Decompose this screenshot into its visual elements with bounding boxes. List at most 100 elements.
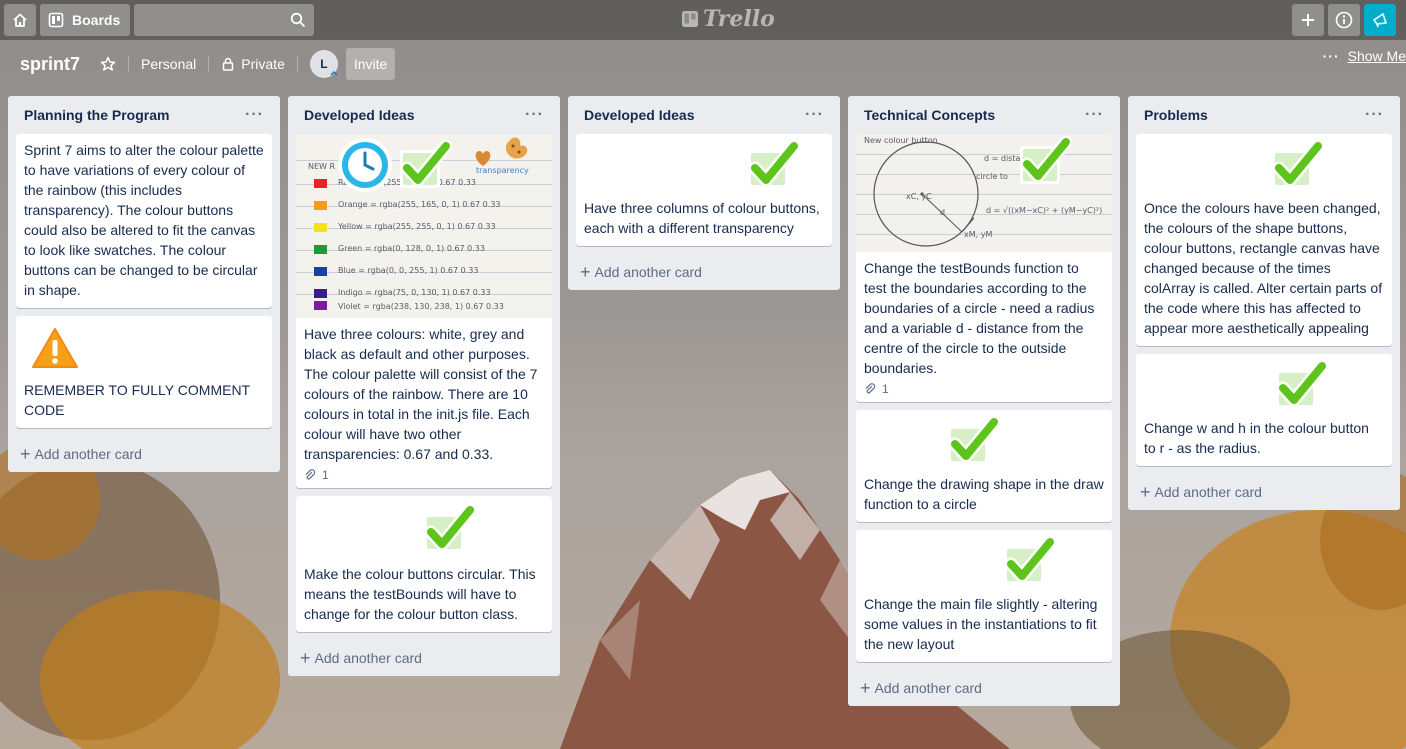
check-sticker-icon [424, 503, 477, 552]
invite-button[interactable]: Invite [345, 48, 396, 80]
plus-icon: + [580, 261, 591, 282]
card-badges: 1 [856, 380, 1112, 402]
cover-row: Indigo = rgba(75, 0, 130, 1) 0.67 0.33 [338, 288, 491, 297]
info-icon [1335, 11, 1353, 29]
board-title[interactable]: sprint7 [8, 54, 92, 75]
team-button[interactable]: Personal [133, 48, 204, 80]
cover-row: Green = rgba(0, 128, 0, 1) 0.67 0.33 [338, 244, 485, 253]
card-text: Sprint 7 aims to alter the colour palett… [24, 142, 264, 298]
list-menu-icon[interactable]: ··· [1085, 106, 1104, 124]
more-dots-icon: ··· [1322, 48, 1340, 64]
attachment-icon [865, 383, 876, 394]
info-button[interactable] [1328, 4, 1360, 36]
card[interactable]: Change the drawing shape in the draw fun… [856, 410, 1112, 522]
show-menu-label: Show Me [1347, 48, 1406, 64]
check-sticker-icon [1272, 139, 1325, 188]
list-menu-icon[interactable]: ··· [1365, 106, 1384, 124]
card-text: Have three columns of colour buttons, ea… [584, 200, 820, 236]
plus-icon: + [300, 647, 311, 668]
swatch-yellow [314, 223, 327, 232]
card[interactable]: Make the colour buttons circular. This m… [296, 496, 552, 632]
visibility-button[interactable]: Private [213, 48, 293, 80]
add-card-label: Add another card [874, 680, 982, 696]
card-text: Change the main file slightly - altering… [864, 596, 1098, 652]
trello-logo[interactable]: Trello [681, 6, 775, 32]
search-field[interactable] [134, 4, 315, 36]
lock-icon [223, 57, 234, 71]
card[interactable]: REMEMBER TO FULLY COMMENT CODE [16, 316, 272, 428]
attachment-count: 1 [882, 382, 889, 396]
swatch-blue [314, 267, 327, 276]
list-problems: Problems ··· Once the colours have been … [1128, 96, 1400, 510]
show-menu-button[interactable]: ··· Show Me [1323, 48, 1406, 64]
attachment-icon [305, 469, 316, 480]
card[interactable]: New colour button d = distance circle to… [856, 134, 1112, 402]
add-card-label: Add another card [594, 264, 702, 280]
card-text: REMEMBER TO FULLY COMMENT CODE [24, 382, 250, 418]
swatch-orange [314, 201, 327, 210]
add-card-button[interactable]: + Add another card [296, 640, 552, 676]
card[interactable]: Once the colours have been changed, the … [1136, 134, 1392, 346]
list-developed-ideas: Developed Ideas ··· NEW R transparency R… [288, 96, 560, 676]
card-text: Have three colours: white, grey and blac… [304, 326, 538, 462]
boards-button[interactable]: Boards [40, 4, 131, 36]
list-title[interactable]: Developed Ideas [304, 107, 415, 123]
card[interactable]: Change the main file slightly - altering… [856, 530, 1112, 662]
logo-text: Trello [703, 6, 775, 32]
card-text: Change the drawing shape in the draw fun… [864, 476, 1104, 512]
list-title[interactable]: Planning the Program [24, 107, 169, 123]
warning-sticker-icon [26, 322, 84, 373]
card-text: Change the testBounds function to test t… [864, 260, 1095, 376]
card-cover-image: NEW R transparency Red = rgba(255, 0, 0,… [296, 134, 552, 318]
star-button[interactable] [92, 48, 124, 80]
board-header: sprint7 Personal Private L Invite ··· Sh… [0, 40, 1406, 88]
swatch-green [314, 245, 327, 254]
card[interactable]: Have three columns of colour buttons, ea… [576, 134, 832, 246]
add-card-button[interactable]: + Add another card [1136, 474, 1392, 510]
add-card-button[interactable]: + Add another card [576, 254, 832, 290]
list-title[interactable]: Problems [1144, 107, 1208, 123]
clock-sticker-icon [338, 138, 392, 192]
list-technical-concepts: Technical Concepts ··· New colour button… [848, 96, 1120, 706]
trello-logo-icon [682, 11, 698, 27]
swatch-violet [314, 301, 327, 310]
cover-row: Yellow = rgba(255, 255, 0, 1) 0.67 0.33 [338, 222, 496, 231]
add-card-button[interactable]: + Add another card [856, 670, 1112, 706]
list-title[interactable]: Developed Ideas [584, 107, 695, 123]
invite-label: Invite [353, 56, 388, 72]
card[interactable]: Change w and h in the colour button to r… [1136, 354, 1392, 466]
list-menu-icon[interactable]: ··· [525, 106, 544, 124]
cookie-sticker-small-icon [475, 151, 491, 166]
card[interactable]: NEW R transparency Red = rgba(255, 0, 0,… [296, 134, 552, 488]
card-text: Once the colours have been changed, the … [1144, 200, 1383, 336]
admin-chevron-icon [330, 71, 338, 76]
search-icon [291, 12, 306, 28]
list-title[interactable]: Technical Concepts [864, 107, 995, 123]
avatar-initial: L [320, 57, 328, 71]
check-sticker-icon [948, 415, 1001, 464]
add-card-button[interactable]: + Add another card [16, 436, 272, 472]
search-input[interactable] [134, 4, 315, 36]
card-badges: 1 [296, 466, 552, 488]
plus-icon: + [860, 677, 871, 698]
list-menu-icon[interactable]: ··· [245, 106, 264, 124]
home-button[interactable] [4, 4, 36, 36]
star-icon [100, 56, 116, 71]
boards-label: Boards [72, 12, 121, 28]
member-avatar[interactable]: L [309, 50, 338, 78]
boards-icon [48, 12, 64, 28]
list-developed-ideas-2: Developed Ideas ··· Have three columns o… [568, 96, 840, 290]
cover-row: Blue = rgba(0, 0, 255, 1) 0.67 0.33 [338, 266, 479, 275]
cover-row: Orange = rgba(255, 165, 0, 1) 0.67 0.33 [338, 200, 501, 209]
megaphone-icon [1373, 13, 1387, 28]
card[interactable]: Sprint 7 aims to alter the colour palett… [16, 134, 272, 308]
check-sticker-icon [1276, 359, 1329, 408]
plus-icon: + [20, 443, 31, 464]
create-button[interactable] [1292, 4, 1324, 36]
cover-row: Violet = rgba(238, 130, 238, 1) 0.67 0.3… [338, 302, 504, 311]
notifications-button[interactable] [1364, 4, 1396, 36]
check-sticker-icon [748, 139, 801, 188]
cookie-sticker-icon [505, 137, 528, 159]
list-menu-icon[interactable]: ··· [805, 106, 824, 124]
plus-icon: + [1140, 481, 1151, 502]
